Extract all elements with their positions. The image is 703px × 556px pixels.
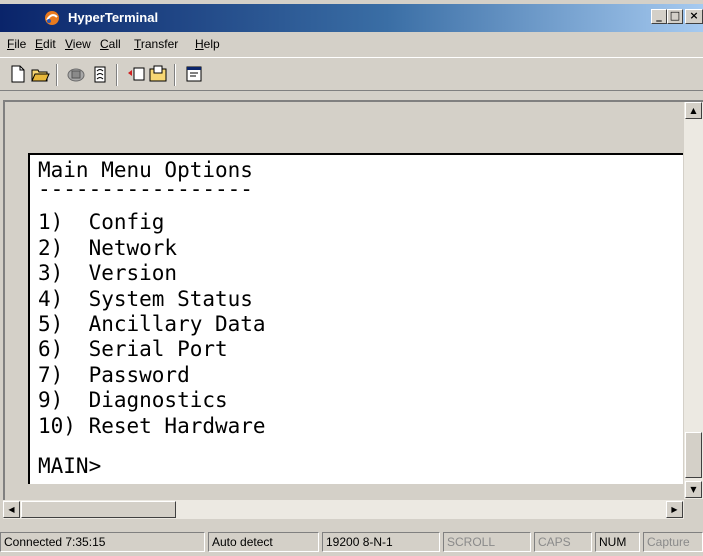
status-scroll: SCROLL	[443, 532, 531, 552]
arrow-left-icon: ◀	[8, 505, 15, 514]
status-caps: CAPS	[534, 532, 592, 552]
horizontal-scrollbar[interactable]: ◀ ▶	[3, 500, 684, 519]
terminal-prompt: MAIN>	[38, 454, 102, 478]
menu-help[interactable]: Help	[195, 37, 220, 51]
terminal-line: 3) Version	[38, 261, 178, 285]
scroll-up-button[interactable]: ▲	[685, 102, 702, 119]
window-title: HyperTerminal	[68, 10, 159, 25]
title-bar[interactable]: HyperTerminal _ □ ×	[0, 4, 703, 32]
status-bar: Connected 7:35:15 Auto detect 19200 8-N-…	[0, 529, 703, 556]
terminal-line: -----------------	[38, 177, 253, 201]
receive-file-icon[interactable]	[148, 64, 168, 84]
toolbar-separator	[116, 64, 118, 86]
toolbar	[0, 57, 703, 91]
toolbar-separator	[174, 64, 176, 86]
terminal-line: 2) Network	[38, 236, 178, 260]
terminal-line: 4) System Status	[38, 287, 253, 311]
menu-call[interactable]: Call	[100, 37, 121, 51]
status-port-settings: 19200 8-N-1	[322, 532, 440, 552]
terminal-line: 6) Serial Port	[38, 337, 228, 361]
horizontal-scroll-thumb[interactable]	[21, 501, 176, 518]
terminal-screen[interactable]: Main Menu Options ----------------- 1) C…	[28, 153, 683, 484]
properties-icon[interactable]	[184, 64, 204, 84]
minimize-icon: _	[656, 9, 662, 22]
status-capture: Capture	[643, 532, 703, 552]
menu-view[interactable]: View	[65, 37, 91, 51]
maximize-icon: □	[669, 9, 681, 22]
terminal-line: 5) Ancillary Data	[38, 312, 266, 336]
vertical-scrollbar[interactable]: ▲ ▼	[684, 102, 703, 499]
terminal-line: 10) Reset Hardware	[38, 414, 266, 438]
new-document-icon[interactable]	[8, 64, 28, 84]
arrow-up-icon: ▲	[690, 106, 697, 115]
scroll-down-button[interactable]: ▼	[685, 481, 702, 498]
menu-file[interactable]: File	[7, 37, 26, 51]
menu-bar: File Edit View Call Transfer Help	[0, 36, 703, 54]
terminal-line: 9) Diagnostics	[38, 388, 228, 412]
minimize-button[interactable]: _	[651, 9, 667, 24]
arrow-down-icon: ▼	[690, 485, 697, 494]
maximize-button[interactable]: □	[667, 9, 683, 24]
open-folder-icon[interactable]	[30, 64, 50, 84]
vertical-scroll-thumb[interactable]	[685, 432, 702, 478]
send-file-icon[interactable]	[126, 64, 146, 84]
menu-edit[interactable]: Edit	[35, 37, 56, 51]
status-detect: Auto detect	[208, 532, 319, 552]
connect-phone-icon[interactable]	[66, 64, 86, 84]
hyperterminal-window: HyperTerminal _ □ × File Edit View Call …	[0, 0, 703, 556]
status-connected: Connected 7:35:15	[0, 532, 205, 552]
terminal-line: 1) Config	[38, 210, 165, 234]
terminal-line: 7) Password	[38, 363, 190, 387]
arrow-right-icon: ▶	[671, 505, 678, 514]
disconnect-phone-icon[interactable]	[90, 64, 110, 84]
scroll-left-button[interactable]: ◀	[3, 501, 20, 518]
scroll-right-button[interactable]: ▶	[666, 501, 683, 518]
toolbar-separator	[56, 64, 58, 86]
close-icon: ×	[689, 9, 699, 22]
status-num: NUM	[595, 532, 640, 552]
menu-transfer[interactable]: Transfer	[134, 37, 178, 51]
close-button[interactable]: ×	[685, 9, 703, 24]
hyperterminal-app-icon[interactable]	[43, 9, 61, 27]
